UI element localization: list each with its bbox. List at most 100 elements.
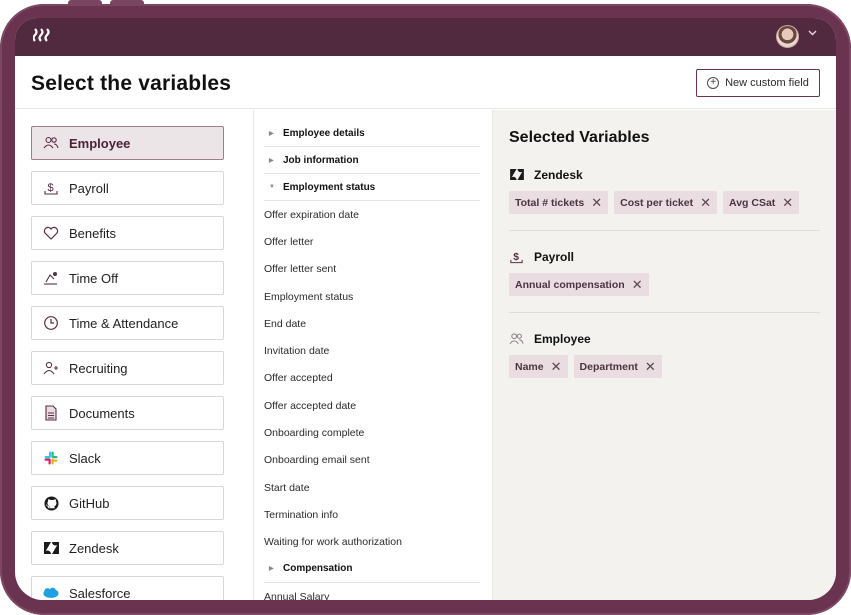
- page-title: Select the variables: [31, 72, 232, 95]
- category-label: Slack: [69, 450, 101, 466]
- variable-chip: Department ✕: [573, 355, 662, 378]
- page-header: Select the variables + New custom field: [15, 56, 836, 109]
- field-item[interactable]: Offer letter: [264, 228, 480, 255]
- group-compensation[interactable]: ▶ Compensation: [264, 556, 480, 583]
- payroll-icon: $: [509, 249, 524, 264]
- selected-variables-panel: Selected Variables Zendesk Total # ticke…: [493, 110, 836, 600]
- remove-icon[interactable]: ✕: [700, 196, 711, 209]
- chip-label: Total # tickets: [515, 196, 585, 209]
- field-item[interactable]: Offer accepted date: [264, 392, 480, 419]
- svg-text:$: $: [513, 251, 519, 262]
- category-label: Recruiting: [69, 360, 128, 376]
- group-label: Job information: [283, 154, 359, 166]
- group-employment-status[interactable]: ▼ Employment status: [264, 174, 480, 201]
- field-list: ▶ Employee details ▶ Job information ▼ E…: [254, 110, 493, 600]
- category-zendesk[interactable]: Zendesk: [31, 531, 224, 565]
- salesforce-icon: [43, 585, 59, 600]
- field-item[interactable]: Annual Salary: [264, 583, 480, 601]
- variable-chip: Total # tickets ✕: [509, 191, 609, 214]
- selected-section-employee: Employee Name ✕ Department ✕: [509, 313, 820, 394]
- chevron-down-icon[interactable]: [808, 27, 817, 39]
- field-item[interactable]: Start date: [264, 474, 480, 501]
- field-item[interactable]: Termination info: [264, 501, 480, 528]
- group-label: Employee details: [283, 127, 365, 139]
- device-button: [110, 0, 144, 6]
- category-time-off[interactable]: Time Off: [31, 261, 224, 295]
- section-label: Employee: [534, 331, 591, 346]
- app-screen: Select the variables + New custom field …: [15, 18, 836, 600]
- selected-section-payroll: $ Payroll Annual compensation ✕: [509, 231, 820, 313]
- group-label: Employment status: [283, 181, 376, 193]
- category-label: GitHub: [69, 495, 110, 511]
- category-slack[interactable]: Slack: [31, 441, 224, 475]
- document-icon: [43, 405, 59, 421]
- zendesk-icon: [43, 540, 59, 556]
- remove-icon[interactable]: ✕: [782, 196, 793, 209]
- caret-right-icon: ▶: [269, 566, 274, 573]
- group-employee-details[interactable]: ▶ Employee details: [264, 120, 480, 147]
- category-benefits[interactable]: Benefits: [31, 216, 224, 250]
- category-payroll[interactable]: $ Payroll: [31, 171, 224, 205]
- field-item[interactable]: Employment status: [264, 283, 480, 310]
- group-label: Compensation: [283, 563, 353, 575]
- group-job-information[interactable]: ▶ Job information: [264, 147, 480, 174]
- category-salesforce[interactable]: Salesforce: [31, 576, 224, 600]
- variable-chip: Avg CSat ✕: [723, 191, 800, 214]
- category-label: Time Off: [69, 270, 119, 286]
- avatar[interactable]: [776, 25, 799, 48]
- chip-label: Name: [515, 360, 544, 373]
- variable-chip: Annual compensation ✕: [509, 273, 649, 296]
- rippling-logo-icon[interactable]: [32, 28, 51, 46]
- field-item[interactable]: Onboarding complete: [264, 419, 480, 446]
- field-item[interactable]: Invitation date: [264, 337, 480, 364]
- slack-icon: [43, 450, 59, 466]
- chip-label: Cost per ticket: [620, 196, 694, 209]
- caret-right-icon: ▶: [269, 157, 274, 164]
- clock-icon: [43, 315, 59, 331]
- field-item[interactable]: Offer accepted: [264, 365, 480, 392]
- remove-icon[interactable]: ✕: [551, 360, 562, 373]
- svg-text:$: $: [48, 182, 54, 194]
- field-item[interactable]: Offer expiration date: [264, 201, 480, 228]
- field-item[interactable]: Offer letter sent: [264, 256, 480, 283]
- selected-variables-title: Selected Variables: [509, 129, 650, 146]
- category-time-attendance[interactable]: Time & Attendance: [31, 306, 224, 340]
- remove-icon[interactable]: ✕: [591, 196, 602, 209]
- variable-chip: Cost per ticket ✕: [614, 191, 717, 214]
- field-item[interactable]: Waiting for work authorization: [264, 529, 480, 556]
- category-documents[interactable]: Documents: [31, 396, 224, 430]
- zendesk-icon: [509, 167, 524, 182]
- category-label: Payroll: [69, 180, 109, 196]
- category-github[interactable]: GitHub: [31, 486, 224, 520]
- category-label: Documents: [69, 405, 135, 421]
- main-body: Employee $ Payroll Benefits Time Off Tim…: [15, 110, 836, 600]
- payroll-icon: $: [43, 180, 59, 196]
- people-icon: [509, 331, 524, 346]
- heart-icon: [43, 225, 59, 241]
- selected-section-zendesk: Zendesk Total # tickets ✕ Cost per ticke…: [509, 147, 820, 231]
- variable-chip: Name ✕: [509, 355, 568, 378]
- time-off-icon: [43, 270, 59, 286]
- chip-label: Avg CSat: [729, 196, 776, 209]
- category-recruiting[interactable]: Recruiting: [31, 351, 224, 385]
- category-list: Employee $ Payroll Benefits Time Off Tim…: [15, 110, 254, 600]
- chip-label: Department: [579, 360, 638, 373]
- new-custom-field-label: New custom field: [725, 77, 809, 89]
- category-label: Benefits: [69, 225, 116, 241]
- device-button: [68, 0, 102, 6]
- field-item[interactable]: Onboarding email sent: [264, 447, 480, 474]
- category-label: Salesforce: [69, 585, 131, 601]
- new-custom-field-button[interactable]: + New custom field: [696, 69, 820, 97]
- remove-icon[interactable]: ✕: [632, 278, 643, 291]
- github-icon: [43, 495, 59, 511]
- caret-down-icon: ▼: [269, 184, 275, 190]
- category-label: Time & Attendance: [69, 315, 179, 331]
- section-label: Payroll: [534, 249, 575, 264]
- plus-circle-icon: +: [707, 77, 720, 89]
- add-person-icon: [43, 360, 59, 376]
- caret-right-icon: ▶: [269, 130, 274, 137]
- remove-icon[interactable]: ✕: [645, 360, 656, 373]
- field-item[interactable]: End date: [264, 310, 480, 337]
- chip-label: Annual compensation: [515, 278, 625, 291]
- category-employee[interactable]: Employee: [31, 126, 224, 160]
